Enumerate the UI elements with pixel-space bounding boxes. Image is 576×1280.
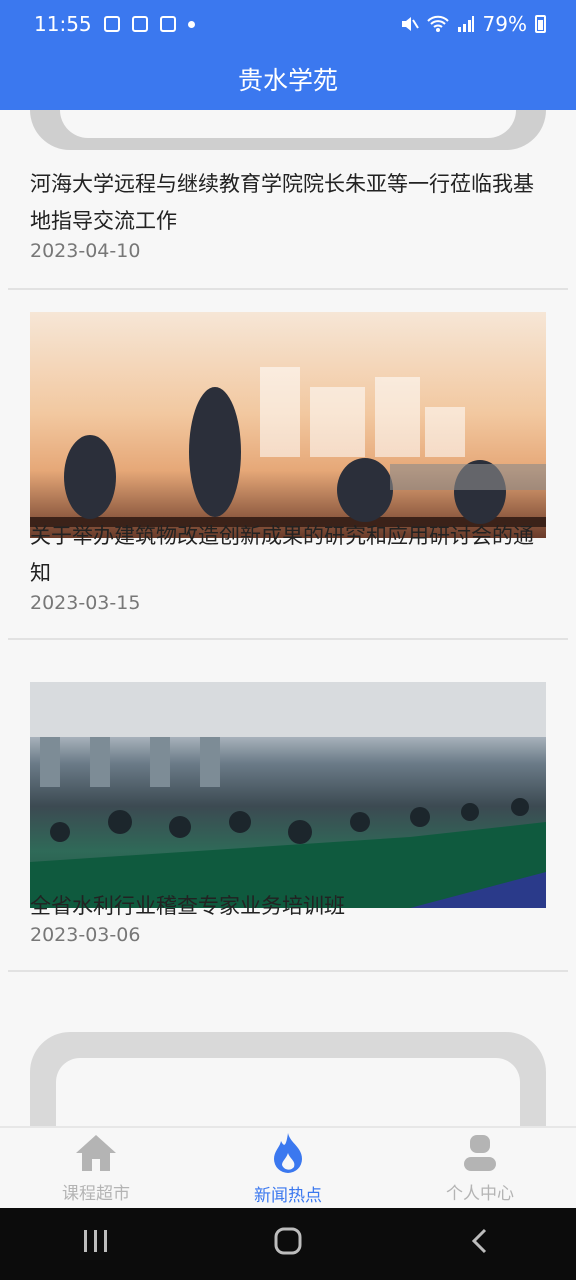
news-item[interactable]: 河海大学远程与继续教育学院院长朱亚等一行莅临我基地指导交流工作 2023-04-… — [8, 110, 568, 292]
bottom-navigation: 课程超市 新闻热点 个人中心 — [0, 1126, 576, 1208]
recents-icon — [84, 1229, 107, 1252]
news-image — [30, 312, 546, 538]
news-date: 2023-03-06 — [30, 924, 141, 946]
nav-label: 课程超市 — [62, 1183, 130, 1204]
news-title: 全省水利行业稽查专家业务培训班 — [30, 894, 345, 918]
news-list[interactable]: 河海大学远程与继续教育学院院长朱亚等一行莅临我基地指导交流工作 2023-04-… — [0, 110, 576, 1126]
status-right: 79% — [399, 12, 546, 36]
battery-icon — [535, 15, 546, 33]
back-button[interactable] — [420, 1226, 540, 1263]
flame-icon — [274, 1132, 302, 1173]
home-button[interactable] — [228, 1226, 348, 1263]
home-circle-icon — [274, 1227, 302, 1254]
home-icon — [76, 1134, 116, 1171]
nav-label: 个人中心 — [446, 1183, 514, 1204]
wifi-icon — [426, 15, 449, 32]
news-date: 2023-03-15 — [30, 592, 141, 614]
nav-item-course-market[interactable]: 课程超市 — [0, 1128, 192, 1208]
news-item[interactable]: 全省水利行业稽查专家业务培训班 2023-03-06 — [8, 662, 568, 992]
nav-label: 新闻热点 — [254, 1185, 322, 1206]
news-title: 关于举办建筑物改造创新成果的研究和应用研讨会的通知 — [30, 524, 534, 585]
gallery-icon — [103, 16, 120, 32]
notification-dot-icon — [187, 20, 195, 28]
status-left: 11:55 — [34, 12, 195, 36]
news-title: 河海大学远程与继续教育学院院长朱亚等一行莅临我基地指导交流工作 — [30, 172, 534, 233]
system-navigation-bar — [0, 1208, 576, 1280]
mute-icon — [401, 17, 419, 31]
divider — [8, 638, 568, 640]
nav-item-news[interactable]: 新闻热点 — [192, 1128, 384, 1208]
news-image — [30, 682, 546, 908]
back-icon — [471, 1228, 487, 1253]
page-title: 贵水学苑 — [237, 66, 338, 95]
status-time: 11:55 — [34, 12, 92, 36]
checklist-icon — [131, 16, 148, 32]
news-item[interactable]: 关于举办建筑物改造创新成果的研究和应用研讨会的通知 2023-03-15 — [8, 292, 568, 662]
news-image-placeholder — [30, 1032, 546, 1126]
nav-item-profile[interactable]: 个人中心 — [384, 1128, 576, 1208]
signal-icon — [457, 16, 474, 32]
status-bar: 11:55 79% — [0, 0, 576, 48]
recents-button[interactable] — [36, 1228, 156, 1261]
divider — [8, 288, 568, 290]
shield-icon — [159, 16, 176, 32]
user-icon — [464, 1134, 496, 1171]
news-date: 2023-04-10 — [30, 240, 141, 262]
divider — [8, 970, 568, 972]
app-bar: 贵水学苑 — [0, 48, 576, 110]
battery-percent: 79% — [482, 12, 527, 36]
